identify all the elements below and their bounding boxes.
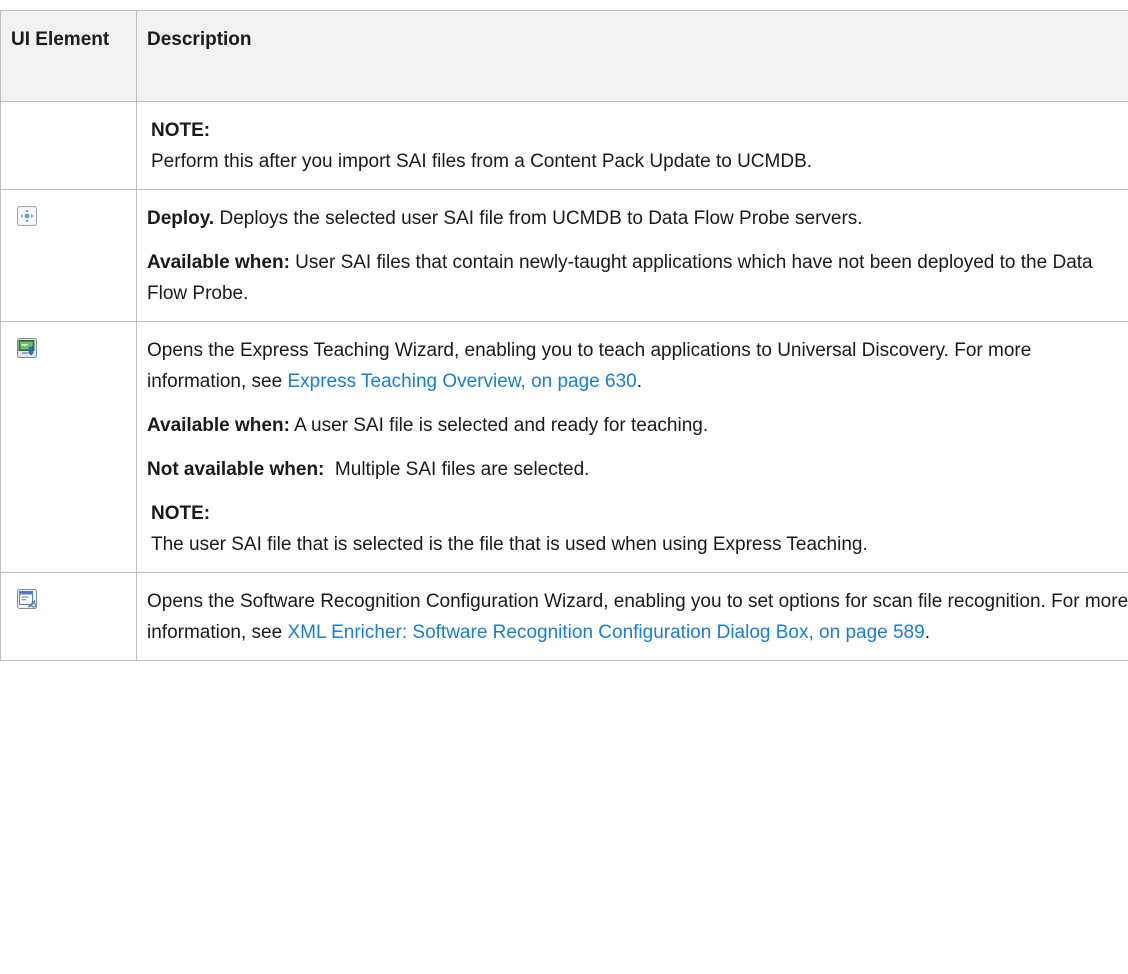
note-block: NOTE: Perform this after you import SAI … xyxy=(147,115,1128,177)
ui-element-cell xyxy=(0,101,137,190)
deploy-title: Deploy. xyxy=(147,208,215,229)
description-cell: NOTE: Perform this after you import SAI … xyxy=(136,101,1128,190)
note-label: NOTE: xyxy=(151,120,211,141)
express-teaching-icon[interactable] xyxy=(17,338,37,358)
deploy-icon[interactable] xyxy=(17,206,37,226)
note-block: NOTE: The user SAI file that is selected… xyxy=(147,498,1128,560)
table-row: NOTE: Perform this after you import SAI … xyxy=(0,101,1128,190)
table-row: Opens the Express Teaching Wizard, enabl… xyxy=(0,321,1128,573)
table-header-row: UI Element Description xyxy=(0,10,1128,102)
header-ui-element: UI Element xyxy=(0,10,137,102)
not-available-label: Not available when: xyxy=(147,459,325,480)
express-teaching-not-available: Not available when: Multiple SAI files a… xyxy=(147,454,1128,485)
ui-element-cell xyxy=(0,189,137,322)
deploy-availability: Available when: User SAI files that cont… xyxy=(147,247,1128,309)
not-available-text: Multiple SAI files are selected. xyxy=(324,459,590,480)
ui-element-table: UI Element Description NOTE: Perform thi… xyxy=(0,10,1128,661)
software-recognition-text-after: . xyxy=(924,622,930,643)
note-text: Perform this after you import SAI files … xyxy=(151,151,813,172)
table-row: Opens the Software Recognition Configura… xyxy=(0,572,1128,661)
deploy-text: Deploys the selected user SAI file from … xyxy=(214,208,863,229)
ui-element-cell xyxy=(0,321,137,573)
available-label: Available when: xyxy=(147,415,290,436)
ui-element-cell xyxy=(0,572,137,661)
note-label: NOTE: xyxy=(151,503,211,524)
software-recognition-description: Opens the Software Recognition Configura… xyxy=(147,586,1128,648)
deploy-description: Deploy. Deploys the selected user SAI fi… xyxy=(147,203,1128,234)
available-label: Available when: xyxy=(147,252,290,273)
table-row: Deploy. Deploys the selected user SAI fi… xyxy=(0,189,1128,322)
note-text: The user SAI file that is selected is th… xyxy=(151,534,868,555)
express-teaching-description: Opens the Express Teaching Wizard, enabl… xyxy=(147,335,1128,397)
xml-enricher-link[interactable]: XML Enricher: Software Recognition Confi… xyxy=(287,622,924,643)
express-teaching-text-after: . xyxy=(636,371,643,392)
description-cell: Opens the Software Recognition Configura… xyxy=(136,572,1128,661)
description-cell: Deploy. Deploys the selected user SAI fi… xyxy=(136,189,1128,322)
express-teaching-availability: Available when: A user SAI file is selec… xyxy=(147,410,1128,441)
header-description: Description xyxy=(136,10,1128,102)
express-teaching-overview-link[interactable]: Express Teaching Overview, on page 630 xyxy=(287,371,636,392)
software-recognition-config-icon[interactable] xyxy=(17,589,37,609)
available-text: A user SAI file is selected and ready fo… xyxy=(289,415,709,436)
description-cell: Opens the Express Teaching Wizard, enabl… xyxy=(136,321,1128,573)
